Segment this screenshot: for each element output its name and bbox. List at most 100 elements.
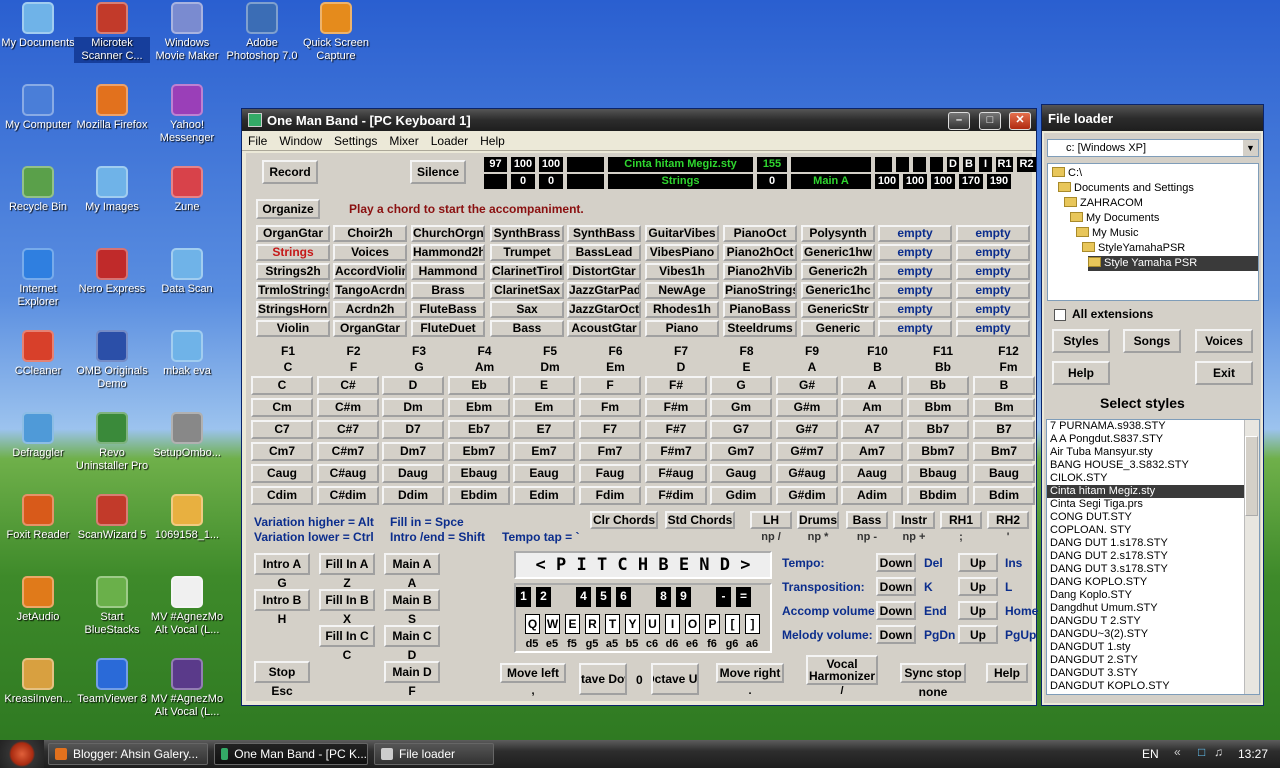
chord-button[interactable]: E7 [513, 420, 575, 439]
voice-button[interactable]: GuitarVibes [645, 225, 719, 242]
minimize-button[interactable]: – [948, 112, 970, 130]
desktop-icon[interactable]: Defraggler [0, 412, 76, 460]
network-icon[interactable]: □ [1198, 745, 1205, 759]
voice-button[interactable]: Generic2h [801, 263, 875, 280]
chord-button[interactable]: F7 [579, 420, 641, 439]
chord-button[interactable]: G#aug [776, 464, 838, 483]
menu-item-mixer[interactable]: Mixer [383, 134, 424, 148]
control-up-button[interactable]: Up [958, 553, 998, 572]
chord-button[interactable]: F#m7 [645, 442, 707, 461]
desktop-icon[interactable]: 1069158_1... [149, 494, 225, 542]
voice-button[interactable]: Bass [490, 320, 564, 337]
taskbar-task[interactable]: Blogger: Ahsin Galery... [48, 743, 208, 765]
chord-button[interactable]: Fm [579, 398, 641, 417]
volume-icon[interactable]: ♫ [1214, 745, 1223, 759]
voice-button[interactable]: Piano [645, 320, 719, 337]
desktop-icon[interactable]: TeamViewer 8 [74, 658, 150, 706]
voice-button[interactable]: Sax [490, 301, 564, 318]
silence-button[interactable]: Silence [410, 160, 466, 184]
voice-button[interactable]: OrganGtar [256, 225, 330, 242]
chord-button[interactable]: C#m [317, 398, 379, 417]
voice-button[interactable]: SynthBrass [490, 225, 564, 242]
control-down-button[interactable]: Down [876, 577, 916, 596]
desktop-icon[interactable]: Windows Movie Maker [149, 2, 225, 63]
white-key[interactable]: P [705, 614, 720, 634]
white-key[interactable]: U [645, 614, 660, 634]
chord-button[interactable]: G#m7 [776, 442, 838, 461]
section-button[interactable]: Intro B [254, 589, 310, 611]
chord-button[interactable]: Ddim [382, 486, 444, 505]
white-key[interactable]: [ [725, 614, 740, 634]
desktop-icon[interactable]: ScanWizard 5 [74, 494, 150, 542]
desktop-icon[interactable]: Data Scan [149, 248, 225, 296]
white-key[interactable]: Y [625, 614, 640, 634]
voice-button[interactable]: Choir2h [333, 225, 407, 242]
voice-button[interactable]: VibesPiano [645, 244, 719, 261]
desktop-icon[interactable]: My Computer [0, 84, 76, 132]
desktop-icon[interactable]: Zune [149, 166, 225, 214]
taskbar-task[interactable]: File loader [374, 743, 494, 765]
chord-button[interactable]: F#m [645, 398, 707, 417]
white-key[interactable]: W [545, 614, 560, 634]
chord-button[interactable]: E [513, 376, 575, 395]
folder-item[interactable]: Documents and Settings [1058, 181, 1194, 196]
style-file-item[interactable]: DANGDUT 1.sty [1047, 641, 1245, 654]
desktop-icon[interactable]: MV #AgnezMo Alt Vocal (L... [149, 658, 225, 719]
chord-button[interactable]: D [382, 376, 444, 395]
control-up-button[interactable]: Up [958, 577, 998, 596]
chord-button[interactable]: B [973, 376, 1035, 395]
chord-button[interactable]: Bdim [973, 486, 1035, 505]
loader-titlebar[interactable]: File loader [1042, 105, 1263, 131]
control-down-button[interactable]: Down [876, 601, 916, 620]
style-file-item[interactable]: DANG DUT 3.s178.STY [1047, 563, 1245, 576]
voice-button[interactable]: Brass [411, 282, 485, 299]
white-key[interactable]: O [685, 614, 700, 634]
chord-button[interactable]: Bbaug [907, 464, 969, 483]
white-key[interactable]: I [665, 614, 680, 634]
desktop-icon[interactable]: OMB Originals Demo [74, 330, 150, 391]
section-button[interactable]: Stop [254, 661, 310, 683]
menu-item-window[interactable]: Window [273, 134, 328, 148]
chord-button[interactable]: Cm7 [251, 442, 313, 461]
voice-button[interactable]: empty [878, 282, 952, 299]
part-button-rh2[interactable]: RH2 [987, 511, 1029, 529]
style-file-item[interactable]: Cinta hitam Megiz.sty [1047, 485, 1245, 498]
desktop-icon[interactable]: MV #AgnezMo Alt Vocal (L... [149, 576, 225, 637]
omb-help-button[interactable]: Help [986, 663, 1028, 683]
part-button-rh1[interactable]: RH1 [940, 511, 982, 529]
chord-button[interactable]: Bbm [907, 398, 969, 417]
desktop-icon[interactable]: Nero Express [74, 248, 150, 296]
voice-button[interactable]: Polysynth [801, 225, 875, 242]
folder-item[interactable]: ZAHRACOM [1064, 196, 1143, 211]
chord-button[interactable]: Faug [579, 464, 641, 483]
voice-button[interactable]: ClarinetTirol [490, 263, 564, 280]
voice-button[interactable]: SynthBass [567, 225, 641, 242]
desktop-icon[interactable]: JetAudio [0, 576, 76, 624]
desktop-icon[interactable]: Start BlueStacks [74, 576, 150, 637]
voice-button[interactable]: Generic1hw [801, 244, 875, 261]
voice-button[interactable]: PianoStrings [723, 282, 797, 299]
section-button[interactable]: Fill In A [319, 553, 375, 575]
desktop-icon[interactable]: My Documents [0, 2, 76, 50]
loader-help-button[interactable]: Help [1052, 361, 1110, 385]
chord-button[interactable]: C#m7 [317, 442, 379, 461]
voice-button[interactable]: empty [956, 263, 1030, 280]
control-up-button[interactable]: Up [958, 625, 998, 644]
voice-button[interactable]: empty [956, 301, 1030, 318]
menu-item-loader[interactable]: Loader [425, 134, 474, 148]
section-button[interactable]: Main D [384, 661, 440, 683]
start-button[interactable] [0, 740, 44, 768]
chord-button[interactable]: Bbm7 [907, 442, 969, 461]
voice-button[interactable]: Acrdn2h [333, 301, 407, 318]
voice-button[interactable]: Violin [256, 320, 330, 337]
drive-select[interactable]: c: [Windows XP] ▼ [1047, 139, 1259, 157]
move-right-button[interactable]: Move right [716, 663, 784, 683]
white-key[interactable]: ] [745, 614, 760, 634]
voice-button[interactable]: BassLead [567, 244, 641, 261]
chord-button[interactable]: Ebdim [448, 486, 510, 505]
organize-button[interactable]: Organize [256, 199, 320, 219]
chord-button[interactable]: Ebm [448, 398, 510, 417]
chord-button[interactable]: G#m [776, 398, 838, 417]
style-file-item[interactable]: DANGDUT KOPLO.STY [1047, 680, 1245, 693]
menu-item-help[interactable]: Help [474, 134, 511, 148]
